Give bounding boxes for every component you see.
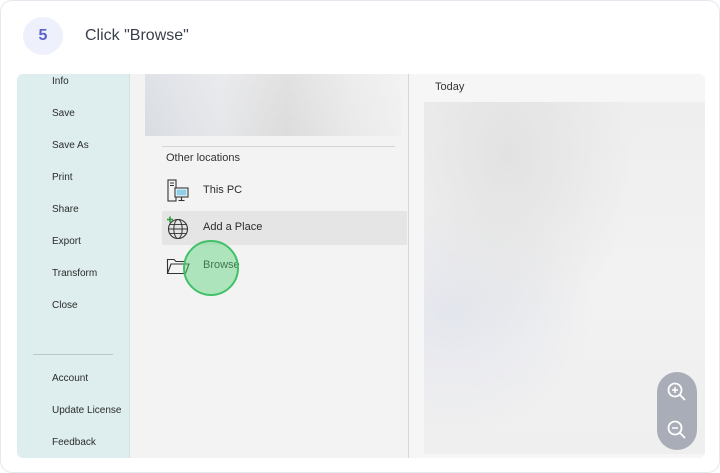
sidebar-item-account[interactable]: Account [52, 373, 88, 384]
sidebar-item-update-license[interactable]: Update License [52, 405, 122, 416]
screenshot-panel: Info Save Save As Print Share Export Tra… [17, 74, 705, 458]
backstage-sidebar: Info Save Save As Print Share Export Tra… [17, 74, 130, 458]
location-this-pc[interactable]: This PC [162, 174, 407, 208]
tutorial-step-card: 5 Click "Browse" Info Save Save As Print… [0, 0, 720, 473]
step-number-badge: 5 [23, 17, 63, 55]
location-label: Add a Place [203, 221, 263, 233]
location-label: This PC [203, 184, 243, 196]
globe-plus-icon [167, 216, 189, 240]
sidebar-item-print[interactable]: Print [52, 172, 73, 183]
location-add-a-place[interactable]: Add a Place [162, 211, 407, 245]
sidebar-item-export[interactable]: Export [52, 236, 81, 247]
locations-panel: Other locations This PC Add a Place Brow… [130, 74, 409, 458]
zoom-controls [657, 372, 697, 450]
sidebar-divider [33, 354, 113, 355]
sidebar-item-save[interactable]: Save [52, 108, 75, 119]
zoom-in-icon[interactable] [665, 380, 689, 404]
locations-divider [162, 146, 395, 147]
click-target-highlight [183, 240, 239, 296]
sidebar-item-feedback[interactable]: Feedback [52, 437, 96, 448]
sidebar-item-close[interactable]: Close [52, 300, 78, 311]
other-locations-heading: Other locations [166, 152, 240, 164]
computer-icon [167, 179, 189, 202]
sidebar-item-transform[interactable]: Transform [52, 268, 97, 279]
sidebar-item-save-as[interactable]: Save As [52, 140, 89, 151]
zoom-out-icon[interactable] [665, 418, 689, 442]
blurred-recent-locations [145, 74, 401, 136]
step-instruction: Click "Browse" [85, 27, 189, 44]
recent-group-heading: Today [435, 81, 465, 93]
sidebar-item-info[interactable]: Info [52, 76, 69, 87]
sidebar-item-share[interactable]: Share [52, 204, 79, 215]
